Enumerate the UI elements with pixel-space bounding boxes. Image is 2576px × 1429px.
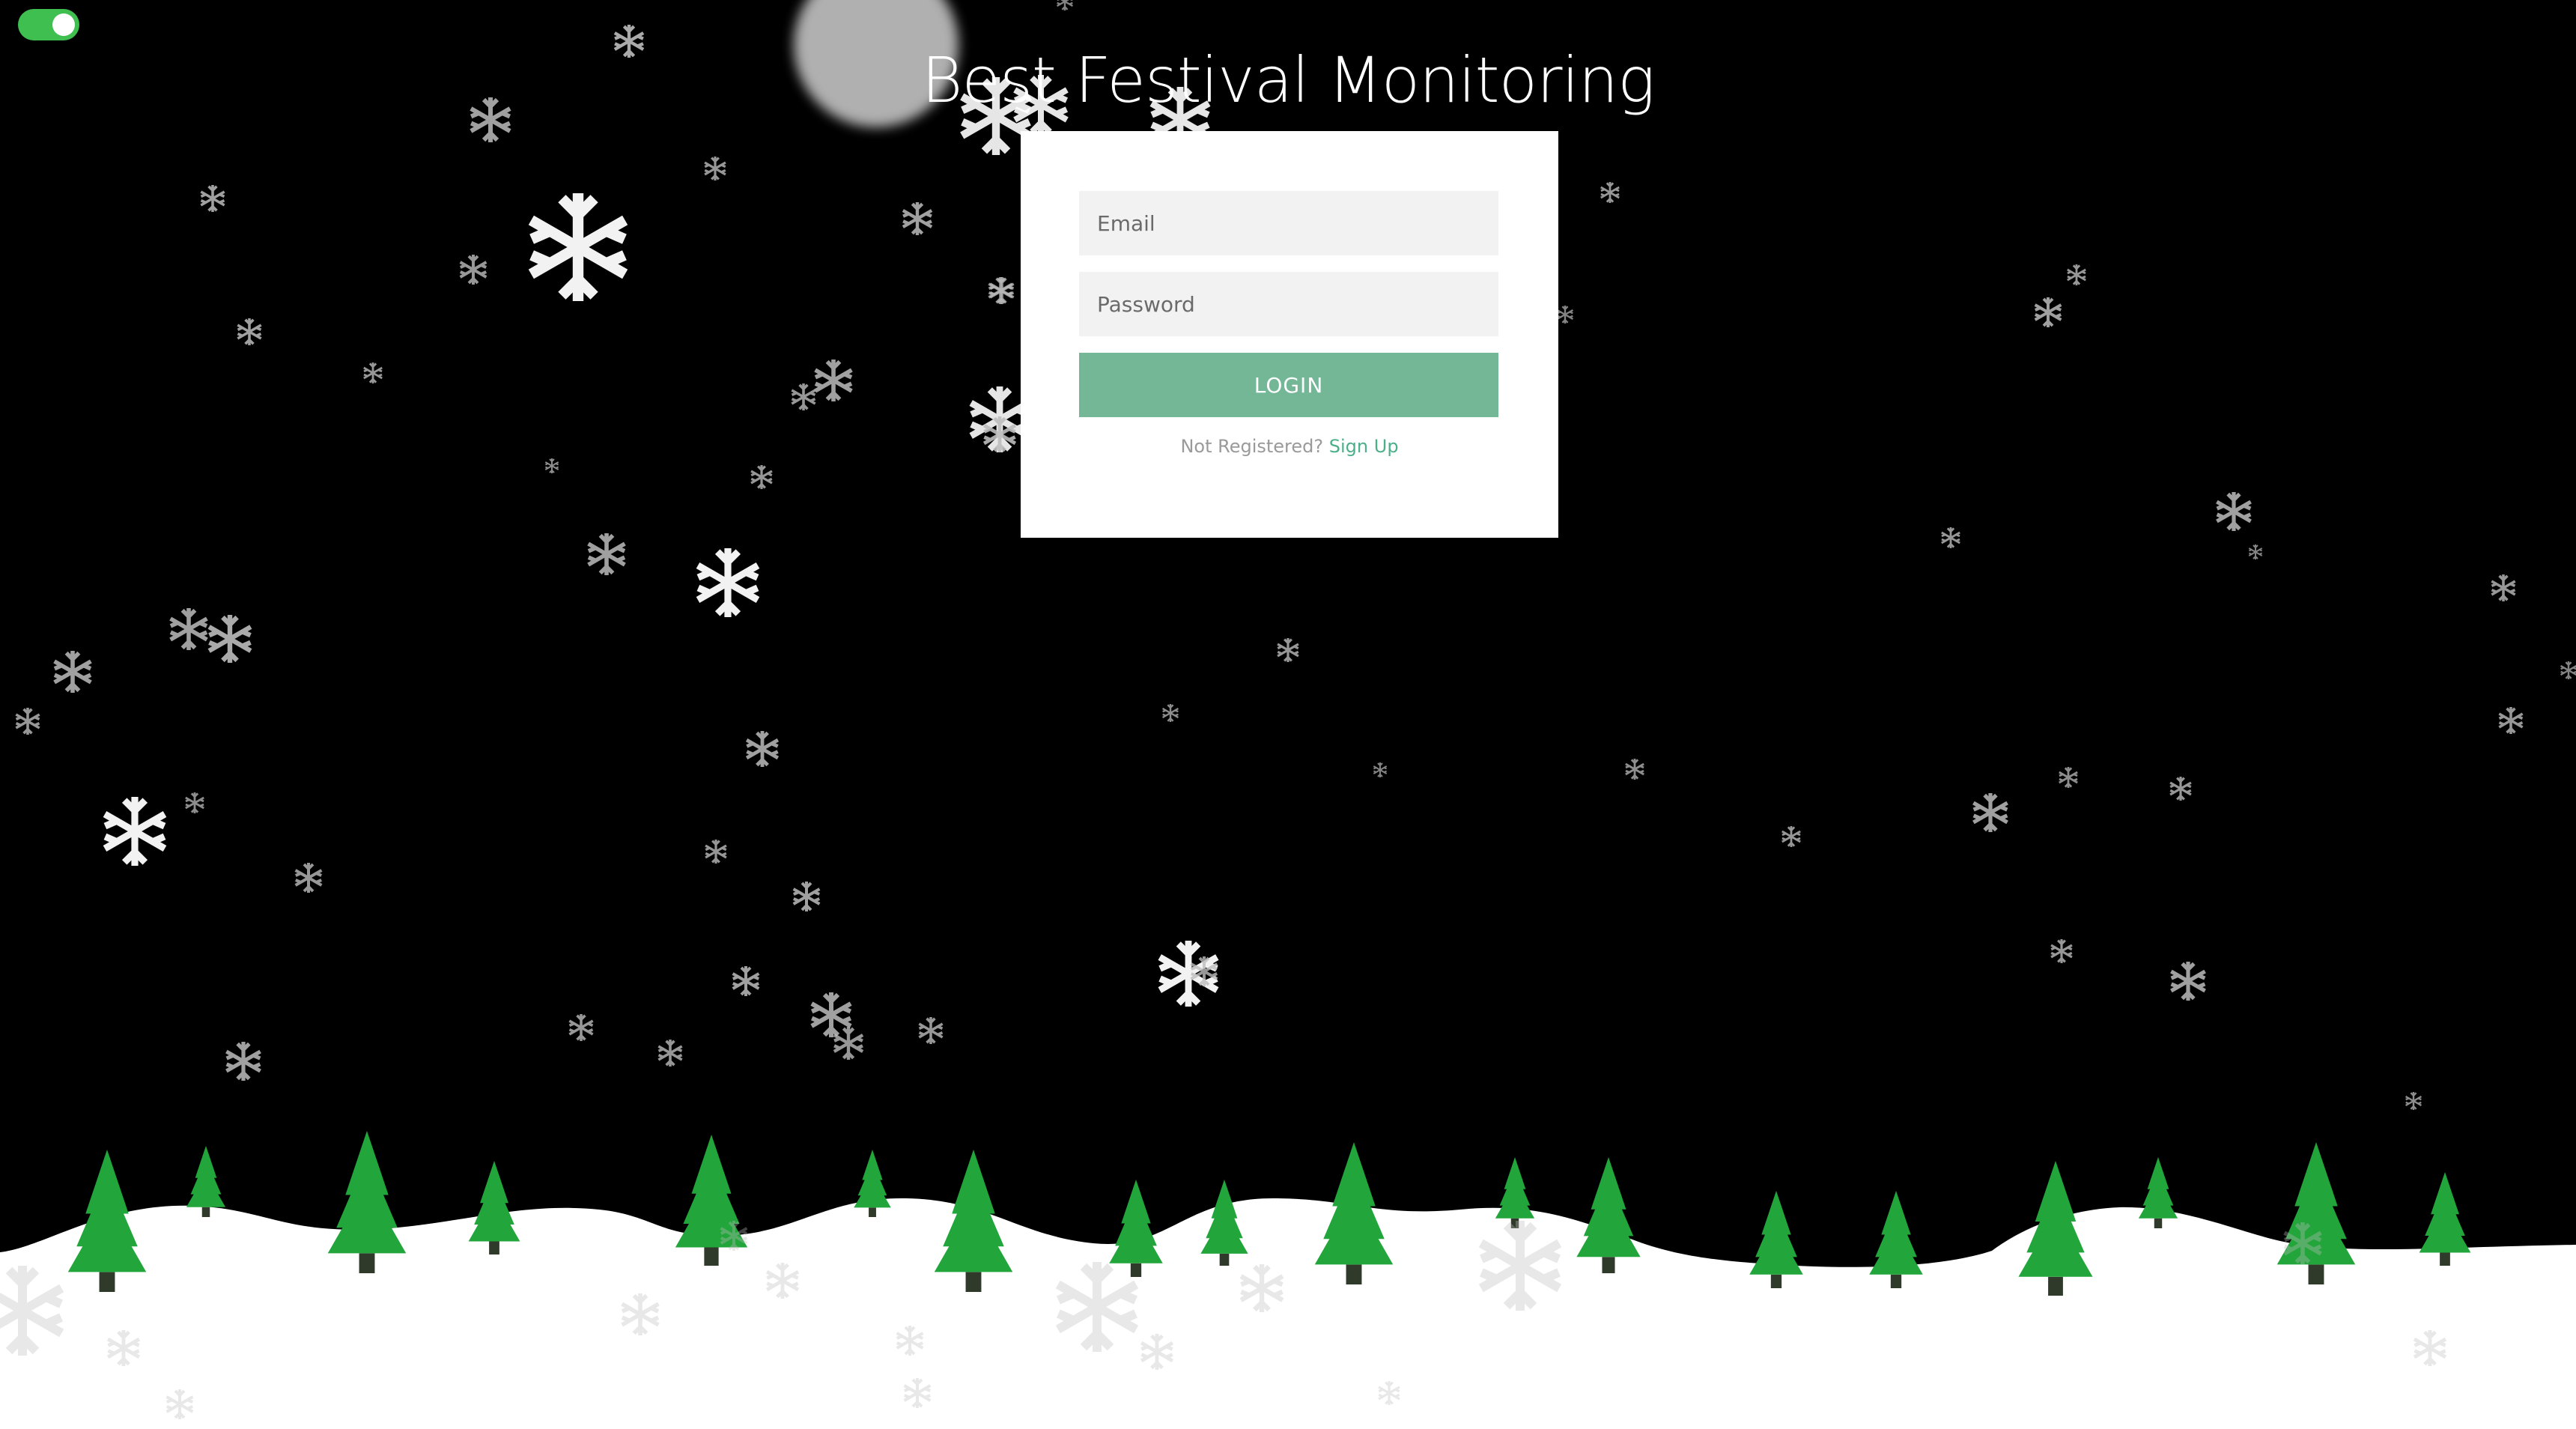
signup-link[interactable]: Sign Up — [1329, 436, 1399, 457]
signup-prompt: Not Registered? Sign Up — [1021, 436, 1558, 457]
not-registered-text: Not Registered? — [1180, 436, 1324, 457]
password-input[interactable] — [1079, 272, 1498, 336]
login-button[interactable]: LOGIN — [1079, 353, 1498, 417]
email-input[interactable] — [1079, 191, 1498, 255]
page-title: Best Festival Monitoring — [921, 43, 1655, 117]
login-card: LOGIN Not Registered? Sign Up — [1021, 131, 1558, 538]
